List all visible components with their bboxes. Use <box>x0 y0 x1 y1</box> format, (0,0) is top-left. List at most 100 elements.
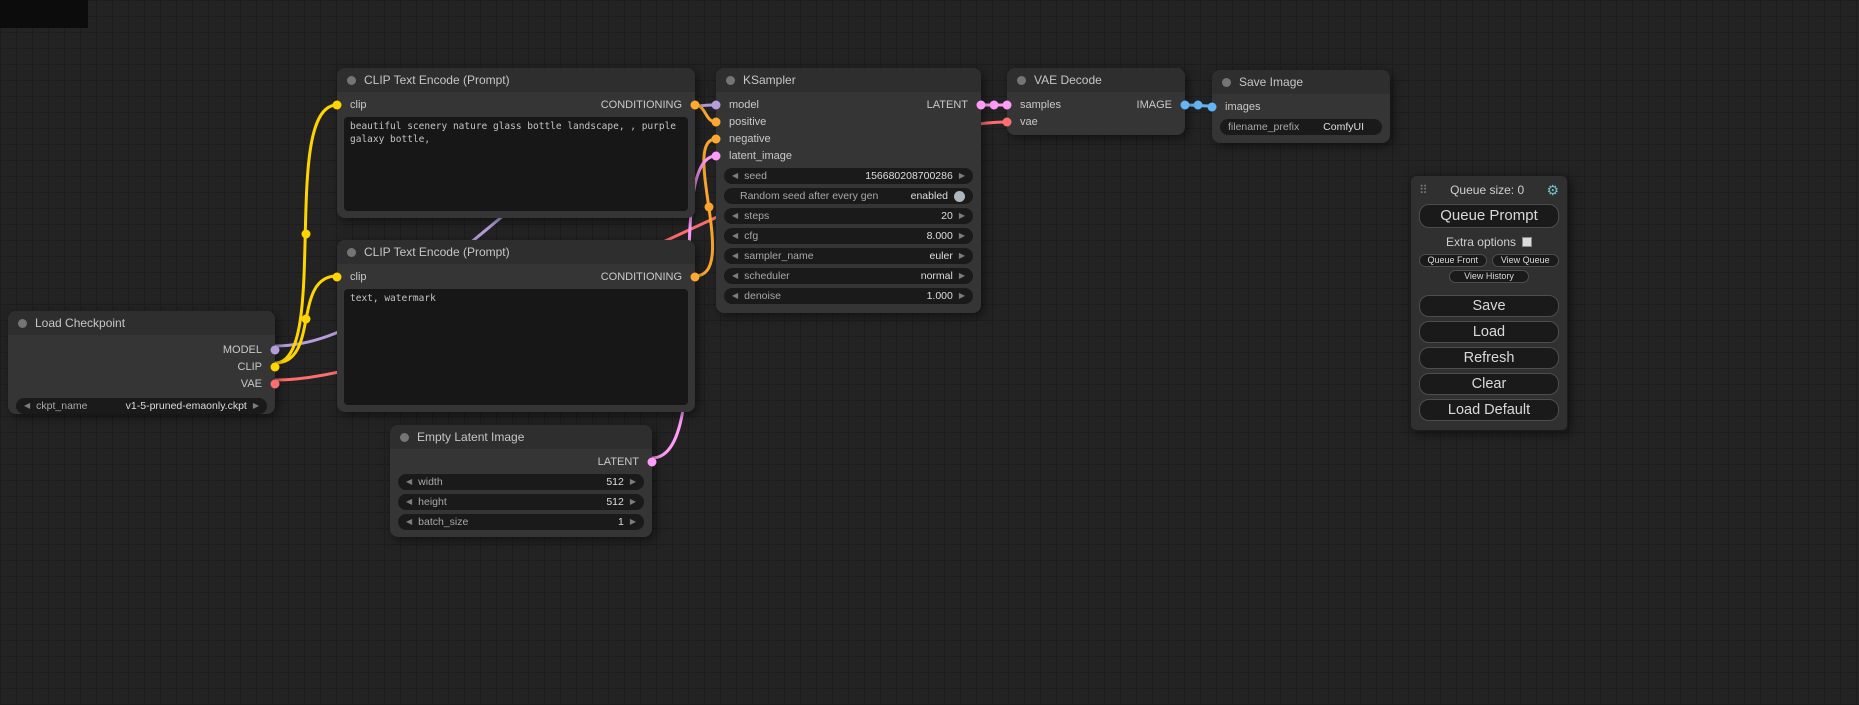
vae-input-slot[interactable] <box>1003 117 1012 126</box>
increment-arrow-icon[interactable] <box>959 252 965 260</box>
denoise-widget[interactable]: denoise 1.000 <box>724 288 973 304</box>
view-queue-button[interactable]: View Queue <box>1492 254 1560 267</box>
image-output-slot[interactable] <box>1181 100 1190 109</box>
clip-input-slot[interactable] <box>333 100 342 109</box>
view-history-button[interactable]: View History <box>1449 270 1529 283</box>
latent-image-input-slot[interactable] <box>712 151 721 160</box>
negative-input-slot[interactable] <box>712 134 721 143</box>
filename-prefix-widget[interactable]: filename_prefix ComfyUI <box>1220 119 1382 135</box>
decrement-arrow-icon[interactable] <box>732 172 738 180</box>
increment-arrow-icon[interactable] <box>959 172 965 180</box>
clip-text-encode-positive-node[interactable]: CLIP Text Encode (Prompt) clip CONDITION… <box>337 68 695 218</box>
increment-arrow-icon[interactable] <box>959 212 965 220</box>
batch-size-widget[interactable]: batch_size 1 <box>398 514 644 530</box>
node-title-bar[interactable]: Save Image <box>1212 70 1390 94</box>
prompt-textarea[interactable]: text, watermark <box>344 289 688 405</box>
decrement-arrow-icon[interactable] <box>732 272 738 280</box>
node-collapse-dot[interactable] <box>18 319 27 328</box>
scheduler-widget[interactable]: scheduler normal <box>724 268 973 284</box>
height-widget[interactable]: height 512 <box>398 494 644 510</box>
node-collapse-dot[interactable] <box>726 76 735 85</box>
decrement-arrow-icon[interactable] <box>732 212 738 220</box>
refresh-button[interactable]: Refresh <box>1419 347 1559 369</box>
images-input-slot[interactable] <box>1208 102 1217 111</box>
increment-arrow-icon[interactable] <box>959 272 965 280</box>
clip-input-slot[interactable] <box>333 272 342 281</box>
increment-arrow-icon[interactable] <box>959 232 965 240</box>
settings-gear-icon[interactable]: ⚙ <box>1546 183 1559 197</box>
output-label: CONDITIONING <box>601 99 682 111</box>
increment-arrow-icon[interactable] <box>630 498 636 506</box>
vae-output-slot[interactable] <box>271 379 280 388</box>
width-widget[interactable]: width 512 <box>398 474 644 490</box>
load-button[interactable]: Load <box>1419 321 1559 343</box>
extra-options-checkbox[interactable] <box>1522 237 1532 247</box>
node-title-bar[interactable]: Empty Latent Image <box>390 425 652 449</box>
widget-label: cfg <box>744 230 758 242</box>
decrement-arrow-icon[interactable] <box>406 518 412 526</box>
empty-latent-image-node[interactable]: Empty Latent Image LATENT width 512 heig… <box>390 425 652 537</box>
model-output-slot[interactable] <box>271 345 280 354</box>
prompt-textarea[interactable]: beautiful scenery nature glass bottle la… <box>344 117 688 211</box>
steps-widget[interactable]: steps 20 <box>724 208 973 224</box>
node-collapse-dot[interactable] <box>1017 76 1026 85</box>
latent-output-slot[interactable] <box>977 100 986 109</box>
widget-value: 1 <box>618 516 624 528</box>
drag-handle-icon[interactable]: ⠿ <box>1419 183 1428 197</box>
save-button[interactable]: Save <box>1419 295 1559 317</box>
ksampler-node[interactable]: KSampler model LATENT positive negative … <box>716 68 981 313</box>
save-image-node[interactable]: Save Image images filename_prefix ComfyU… <box>1212 70 1390 143</box>
vae-decode-node[interactable]: VAE Decode samples IMAGE vae <box>1007 68 1185 135</box>
decrement-arrow-icon[interactable] <box>732 292 738 300</box>
slot-row: images <box>1212 98 1390 115</box>
clear-button[interactable]: Clear <box>1419 373 1559 395</box>
node-collapse-dot[interactable] <box>1222 78 1231 87</box>
sampler-name-widget[interactable]: sampler_name euler <box>724 248 973 264</box>
queue-prompt-button[interactable]: Queue Prompt <box>1419 204 1559 228</box>
conditioning-output-slot[interactable] <box>691 272 700 281</box>
extra-options-label: Extra options <box>1446 235 1516 249</box>
slot-row: latent_image <box>716 147 981 164</box>
decrement-arrow-icon[interactable] <box>732 252 738 260</box>
latent-output-slot[interactable] <box>648 457 657 466</box>
load-default-button[interactable]: Load Default <box>1419 399 1559 421</box>
queue-pill-row: Queue Front View Queue <box>1419 254 1559 267</box>
increment-arrow-icon[interactable] <box>959 292 965 300</box>
seed-mode-toggle-dot[interactable] <box>954 191 965 202</box>
slot-row: negative <box>716 130 981 147</box>
node-collapse-dot[interactable] <box>347 76 356 85</box>
seed-widget[interactable]: seed 156680208700286 <box>724 168 973 184</box>
positive-input-slot[interactable] <box>712 117 721 126</box>
increment-arrow-icon[interactable] <box>630 518 636 526</box>
node-collapse-dot[interactable] <box>400 433 409 442</box>
decrement-arrow-icon[interactable] <box>732 232 738 240</box>
output-label: VAE <box>241 378 262 390</box>
spacer <box>1419 283 1559 291</box>
node-title-bar[interactable]: CLIP Text Encode (Prompt) <box>337 68 695 92</box>
cfg-widget[interactable]: cfg 8.000 <box>724 228 973 244</box>
node-title-bar[interactable]: KSampler <box>716 68 981 92</box>
node-title-bar[interactable]: VAE Decode <box>1007 68 1185 92</box>
model-input-slot[interactable] <box>712 100 721 109</box>
queue-front-button[interactable]: Queue Front <box>1419 254 1487 267</box>
node-title-bar[interactable]: Load Checkpoint <box>8 311 275 335</box>
increment-arrow-icon[interactable] <box>253 402 259 410</box>
input-label: clip <box>350 99 367 111</box>
node-title-bar[interactable]: CLIP Text Encode (Prompt) <box>337 240 695 264</box>
node-title: Save Image <box>1239 75 1303 89</box>
decrement-arrow-icon[interactable] <box>24 402 30 410</box>
seed-mode-widget[interactable]: Random seed after every gen enabled <box>724 188 973 204</box>
load-checkpoint-node[interactable]: Load Checkpoint MODEL CLIP VAE ckpt_name… <box>8 311 275 414</box>
conditioning-output-slot[interactable] <box>691 100 700 109</box>
clip-output-slot[interactable] <box>271 362 280 371</box>
increment-arrow-icon[interactable] <box>630 478 636 486</box>
ckpt-name-widget[interactable]: ckpt_name v1-5-pruned-emaonly.ckpt <box>16 398 267 414</box>
samples-input-slot[interactable] <box>1003 100 1012 109</box>
clip-text-encode-negative-node[interactable]: CLIP Text Encode (Prompt) clip CONDITION… <box>337 240 695 412</box>
widget-value: 20 <box>941 210 953 222</box>
input-label: latent_image <box>729 150 792 162</box>
decrement-arrow-icon[interactable] <box>406 478 412 486</box>
decrement-arrow-icon[interactable] <box>406 498 412 506</box>
input-label: images <box>1225 101 1260 113</box>
node-collapse-dot[interactable] <box>347 248 356 257</box>
